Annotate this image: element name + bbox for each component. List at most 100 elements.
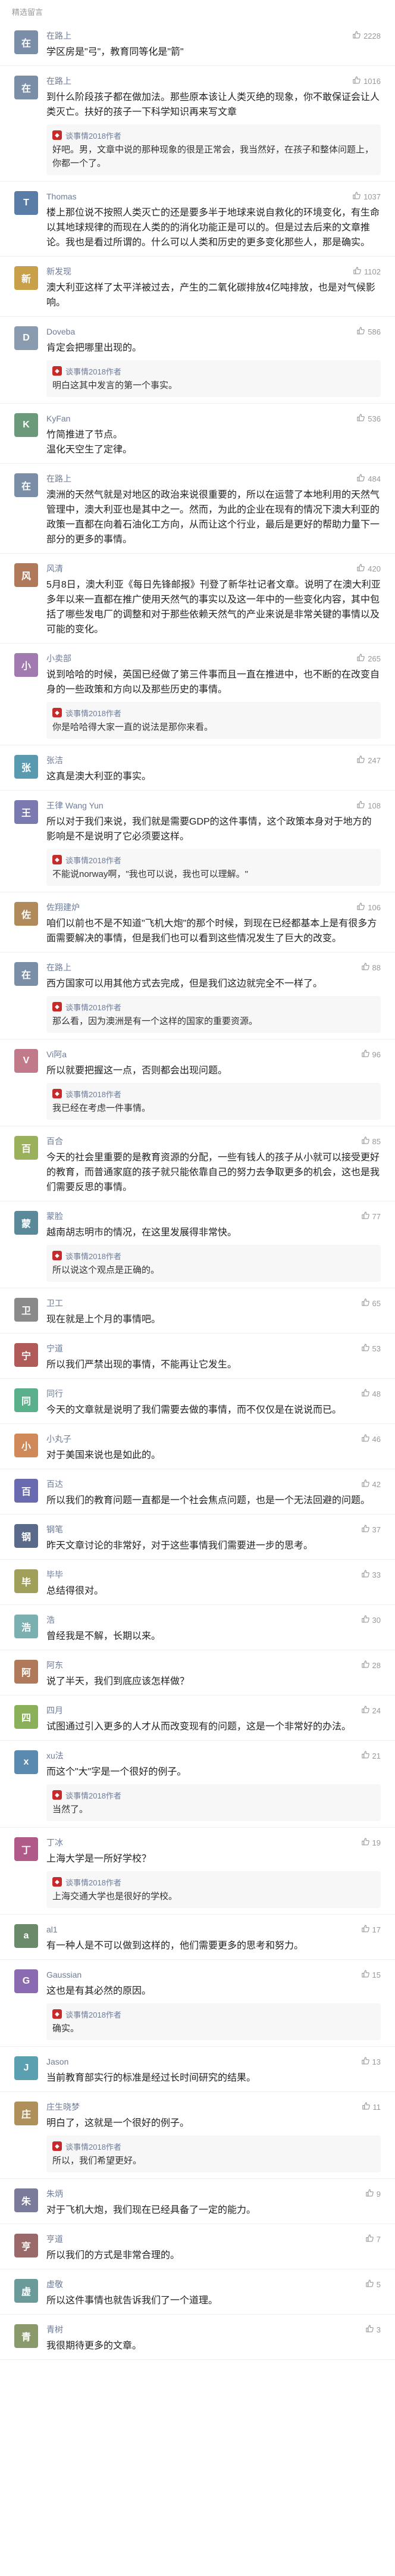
avatar[interactable]: 新 <box>14 266 38 290</box>
comment-author-name[interactable]: 丁冰 <box>46 1837 361 1849</box>
avatar[interactable]: 风 <box>14 563 38 587</box>
comment-author-name[interactable]: Gaussian <box>46 1970 361 1979</box>
avatar[interactable]: 同 <box>14 1388 38 1412</box>
comment-author-name[interactable]: 王律 Wang Yun <box>46 800 356 811</box>
like-button[interactable]: 17 <box>361 1924 381 1935</box>
avatar[interactable]: J <box>14 2056 38 2080</box>
like-button[interactable]: 108 <box>356 800 381 811</box>
like-button[interactable]: 19 <box>361 1837 381 1848</box>
like-button[interactable]: 11 <box>362 2102 381 2112</box>
comment-author-name[interactable]: al1 <box>46 1925 361 1934</box>
like-button[interactable]: 536 <box>356 413 381 424</box>
like-button[interactable]: 2228 <box>352 30 381 41</box>
avatar[interactable]: T <box>14 191 38 215</box>
comment-author-name[interactable]: 钢笔 <box>46 1523 361 1535</box>
like-button[interactable]: 1016 <box>352 76 381 86</box>
comment-author-name[interactable]: KyFan <box>46 414 356 423</box>
avatar[interactable]: 张 <box>14 755 38 779</box>
comment-author-name[interactable]: 宁道 <box>46 1342 361 1354</box>
like-button[interactable]: 586 <box>356 326 381 337</box>
comment-author-name[interactable]: 同行 <box>46 1388 361 1400</box>
like-button[interactable]: 1037 <box>352 191 381 202</box>
comment-author-name[interactable]: 张洁 <box>46 754 356 766</box>
avatar[interactable]: 蒙 <box>14 1211 38 1235</box>
comment-author-name[interactable]: xu法 <box>46 1750 361 1762</box>
avatar[interactable]: 虚 <box>14 2279 38 2303</box>
avatar[interactable]: 四 <box>14 1705 38 1729</box>
comment-author-name[interactable]: 阿东 <box>46 1659 361 1671</box>
comment-author-name[interactable]: 百达 <box>46 1478 361 1490</box>
like-button[interactable]: 65 <box>361 1298 381 1309</box>
like-button[interactable]: 247 <box>356 755 381 766</box>
avatar[interactable]: K <box>14 413 38 437</box>
avatar[interactable]: x <box>14 1750 38 1774</box>
like-button[interactable]: 9 <box>365 2188 381 2199</box>
comment-author-name[interactable]: 四月 <box>46 1704 361 1716</box>
avatar[interactable]: 庄 <box>14 2102 38 2125</box>
like-button[interactable]: 30 <box>361 1615 381 1625</box>
like-button[interactable]: 13 <box>361 2056 381 2067</box>
avatar[interactable]: 在 <box>14 76 38 99</box>
comment-author-name[interactable]: 在路上 <box>46 30 352 42</box>
like-button[interactable]: 106 <box>356 902 381 913</box>
like-button[interactable]: 96 <box>361 1049 381 1060</box>
comment-author-name[interactable]: 小卖部 <box>46 652 356 664</box>
avatar[interactable]: 在 <box>14 30 38 54</box>
avatar[interactable]: 百 <box>14 1479 38 1503</box>
comment-author-name[interactable]: 浩 <box>46 1614 361 1626</box>
avatar[interactable]: 丁 <box>14 1837 38 1861</box>
comment-author-name[interactable]: 毕毕 <box>46 1569 361 1581</box>
like-button[interactable]: 24 <box>361 1705 381 1716</box>
avatar[interactable]: 小 <box>14 653 38 677</box>
like-button[interactable]: 420 <box>356 563 381 574</box>
avatar[interactable]: 在 <box>14 473 38 497</box>
like-button[interactable]: 21 <box>361 1750 381 1761</box>
like-button[interactable]: 7 <box>365 2234 381 2244</box>
avatar[interactable]: 青 <box>14 2324 38 2348</box>
comment-author-name[interactable]: Jason <box>46 2057 361 2066</box>
like-button[interactable]: 5 <box>365 2279 381 2290</box>
like-button[interactable]: 85 <box>361 1136 381 1147</box>
avatar[interactable]: 卫 <box>14 1298 38 1322</box>
comment-author-name[interactable]: 小丸子 <box>46 1433 361 1445</box>
avatar[interactable]: G <box>14 1969 38 1993</box>
comment-author-name[interactable]: 在路上 <box>46 473 356 485</box>
comment-author-name[interactable]: 青树 <box>46 2324 365 2335</box>
avatar[interactable]: a <box>14 1924 38 1948</box>
comment-author-name[interactable]: 庄生晓梦 <box>46 2101 362 2113</box>
comment-author-name[interactable]: Vi阿a <box>46 1048 361 1060</box>
like-button[interactable]: 28 <box>361 1660 381 1671</box>
comment-author-name[interactable]: 佐翔建炉 <box>46 901 356 913</box>
avatar[interactable]: V <box>14 1049 38 1073</box>
like-button[interactable]: 3 <box>365 2324 381 2335</box>
avatar[interactable]: 小 <box>14 1434 38 1457</box>
like-button[interactable]: 484 <box>356 473 381 484</box>
comment-author-name[interactable]: 朱炳 <box>46 2188 365 2200</box>
avatar[interactable]: 浩 <box>14 1615 38 1638</box>
comment-author-name[interactable]: 在路上 <box>46 75 352 87</box>
like-button[interactable]: 77 <box>361 1211 381 1222</box>
like-button[interactable]: 48 <box>361 1388 381 1399</box>
like-button[interactable]: 53 <box>361 1343 381 1354</box>
avatar[interactable]: D <box>14 326 38 350</box>
comment-author-name[interactable]: 卫工 <box>46 1297 361 1309</box>
like-button[interactable]: 265 <box>356 653 381 664</box>
avatar[interactable]: 宁 <box>14 1343 38 1367</box>
like-button[interactable]: 46 <box>361 1434 381 1444</box>
comment-author-name[interactable]: 百合 <box>46 1135 361 1147</box>
avatar[interactable]: 在 <box>14 962 38 986</box>
avatar[interactable]: 百 <box>14 1136 38 1160</box>
like-button[interactable]: 15 <box>361 1969 381 1980</box>
avatar[interactable]: 亨 <box>14 2234 38 2257</box>
like-button[interactable]: 33 <box>361 1569 381 1580</box>
comment-author-name[interactable]: 新发现 <box>46 266 353 277</box>
comment-author-name[interactable]: 在路上 <box>46 961 361 973</box>
comment-author-name[interactable]: 虚敬 <box>46 2278 365 2290</box>
like-button[interactable]: 37 <box>361 1524 381 1535</box>
comment-author-name[interactable]: Thomas <box>46 192 352 201</box>
comment-author-name[interactable]: Doveba <box>46 327 356 336</box>
avatar[interactable]: 阿 <box>14 1660 38 1684</box>
avatar[interactable]: 王 <box>14 800 38 824</box>
avatar[interactable]: 朱 <box>14 2188 38 2212</box>
avatar[interactable]: 毕 <box>14 1569 38 1593</box>
